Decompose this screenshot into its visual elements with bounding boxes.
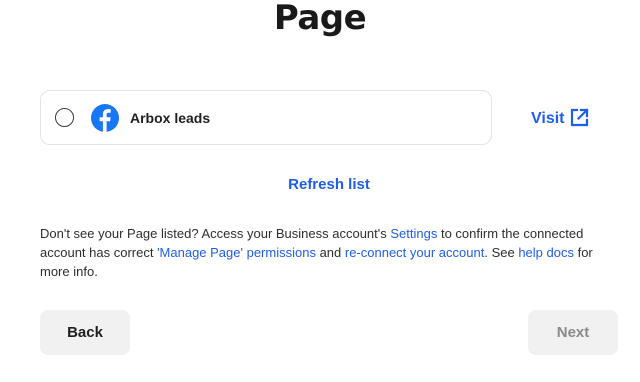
help-text: Don't see your Page listed? Access your … (40, 224, 600, 281)
back-button[interactable]: Back (40, 310, 130, 355)
reconnect-account-link[interactable]: re-connect your account (345, 245, 484, 260)
settings-link[interactable]: Settings (390, 226, 437, 241)
visit-link[interactable]: Visit (531, 104, 590, 130)
refresh-list-link[interactable]: Refresh list (0, 174, 640, 196)
page-name: Arbox leads (130, 110, 211, 126)
facebook-icon (91, 104, 119, 132)
page-list-item[interactable]: Arbox leads (40, 90, 492, 145)
visit-label: Visit (531, 110, 565, 127)
help-docs-link[interactable]: help docs (518, 245, 574, 260)
page-title: Page (273, 0, 367, 38)
help-text-part: and (315, 245, 345, 260)
page-select-radio[interactable] (55, 108, 74, 127)
help-text-part: Don't see your Page listed? Access your … (40, 226, 391, 241)
next-button[interactable]: Next (528, 310, 618, 355)
help-text-part: . See (484, 245, 519, 260)
external-link-icon (569, 107, 590, 128)
manage-page-permissions-link[interactable]: 'Manage Page' permissions (157, 245, 316, 260)
